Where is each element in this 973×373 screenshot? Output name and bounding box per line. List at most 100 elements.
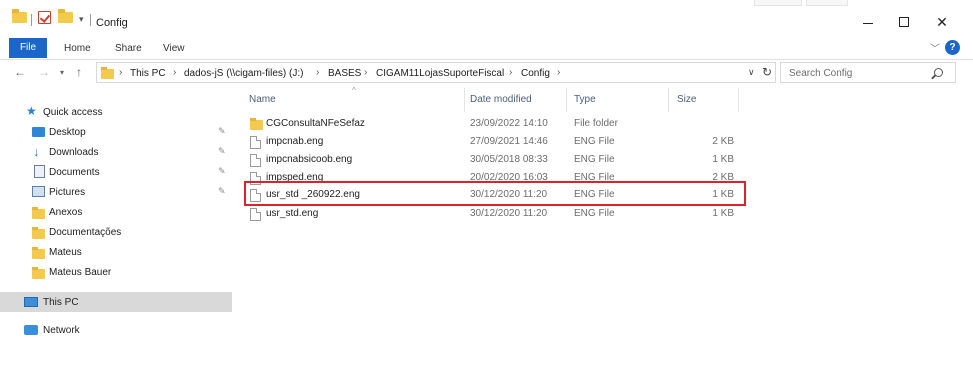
file-type: ENG File [574,136,615,147]
breadcrumb-drive[interactable]: dados-jS (\\cigam-files) (J:) [184,68,303,79]
file-row[interactable]: impcnabsicoob.eng 30/05/2018 08:33 ENG F… [236,151,973,169]
help-icon[interactable]: ? [945,40,960,55]
folder-icon [32,207,45,219]
nav-item-pictures[interactable]: Pictures ✎ [0,182,232,202]
nav-item-mateus[interactable]: Mateus [0,242,232,262]
pin-icon: ✎ [218,166,226,176]
forward-arrow-icon[interactable]: → [38,65,50,79]
file-size: 1 KB [712,154,734,165]
folder-icon [32,227,45,239]
column-divider[interactable] [668,88,669,112]
refresh-icon[interactable]: ↻ [762,65,772,79]
star-icon: ★ [26,104,37,118]
properties-icon[interactable] [38,11,51,24]
address-dropdown-icon[interactable]: ∨ [748,67,755,78]
nav-quick-access[interactable]: ★ Quick access [0,102,232,122]
breadcrumb-separator-icon[interactable]: › [173,67,176,78]
ribbon: File Home Share View ﹀ ? [0,38,973,60]
breadcrumb-separator-icon[interactable]: › [364,67,367,78]
nav-item-documents[interactable]: Documents ✎ [0,162,232,182]
file-icon [250,208,261,221]
nav-item-label: Downloads [49,147,99,158]
navigation-pane: ★ Quick access Desktop ✎ ↓ Downloads ✎ D… [0,90,232,373]
file-row[interactable]: impcnab.eng 27/09/2021 14:46 ENG File 2 … [236,133,973,151]
pin-icon: ✎ [218,186,226,196]
column-header-name[interactable]: Name [249,94,276,105]
nav-item-label: Mateus Bauer [49,267,112,278]
nav-this-pc[interactable]: This PC [0,292,232,312]
computer-icon [24,297,38,307]
pin-icon: ✎ [218,126,226,136]
folder-icon [12,9,27,23]
breadcrumb-this-pc[interactable]: This PC [130,68,166,79]
file-icon [250,154,261,167]
back-arrow-icon[interactable]: ← [14,65,26,79]
maximize-button[interactable] [894,12,914,32]
highlight-box [244,181,746,206]
nav-this-pc-label: This PC [43,297,79,308]
search-icon[interactable] [934,68,943,77]
quick-access-toolbar-dropdown-icon[interactable]: ▾ [79,14,84,25]
nav-item-label: Documents [49,167,100,178]
nav-item-mateus-bauer[interactable]: Mateus Bauer [0,262,232,282]
breadcrumb-separator-icon[interactable]: › [557,67,560,78]
chevron-down-icon[interactable]: ﹀ [930,40,940,55]
minimize-button[interactable] [858,12,878,32]
breadcrumb-cigam[interactable]: CIGAM11LojasSuporteFiscal [376,68,504,79]
close-button[interactable]: ✕ [932,12,952,32]
file-name: CGConsultaNFeSefaz [266,118,365,129]
nav-network-label: Network [43,325,80,336]
breadcrumb-separator-icon[interactable]: › [119,67,122,78]
search-placeholder: Search Config [789,68,853,79]
search-input[interactable]: Search Config [780,62,956,83]
column-header-type[interactable]: Type [574,94,596,105]
tab-view[interactable]: View [163,43,185,54]
breadcrumb-separator-icon[interactable]: › [316,67,319,78]
nav-item-documentacoes[interactable]: Documentações [0,222,232,242]
up-arrow-icon[interactable]: ↑ [76,65,82,79]
column-header-date[interactable]: Date modified [470,94,532,105]
breadcrumb-config[interactable]: Config [521,68,550,79]
tab-home[interactable]: Home [64,43,91,54]
column-divider[interactable] [464,88,465,112]
nav-network[interactable]: Network [0,320,232,340]
tab-share[interactable]: Share [115,43,142,54]
file-icon [250,136,261,149]
file-row[interactable]: usr_std.eng 30/12/2020 11:20 ENG File 1 … [236,205,973,223]
tab-file[interactable]: File [9,38,47,58]
network-icon [24,325,38,335]
file-type: ENG File [574,154,615,165]
nav-item-label: Anexos [49,207,83,218]
documents-icon [34,165,45,178]
faint-tab-left [754,0,802,6]
column-divider[interactable] [566,88,567,112]
folder-icon [32,247,45,259]
file-date: 30/12/2020 11:20 [470,208,548,219]
window-title: Config [96,17,128,29]
nav-item-label: Pictures [49,187,86,198]
breadcrumb-separator-icon[interactable]: › [509,67,512,78]
column-divider[interactable] [738,88,739,112]
nav-item-downloads[interactable]: ↓ Downloads ✎ [0,142,232,162]
nav-item-label: Desktop [49,127,86,138]
column-header-size[interactable]: Size [677,94,696,105]
nav-item-desktop[interactable]: Desktop ✎ [0,122,232,142]
desktop-icon [32,127,45,137]
nav-quick-access-label: Quick access [43,107,103,118]
download-icon: ↓ [33,144,40,159]
address-bar[interactable]: › This PC › dados-jS (\\cigam-files) (J:… [96,62,776,83]
file-list: ^ Name Date modified Type Size CGConsult… [236,86,973,373]
folder-icon [101,67,114,79]
file-size: 1 KB [712,208,734,219]
file-type: File folder [574,118,618,129]
file-type: ENG File [574,208,615,219]
breadcrumb-bases[interactable]: BASES [328,68,361,79]
file-row[interactable]: CGConsultaNFeSefaz 23/09/2022 14:10 File… [236,115,973,133]
folder-icon [250,118,263,130]
file-name: impcnab.eng [266,136,324,147]
nav-item-anexos[interactable]: Anexos [0,202,232,222]
new-folder-icon[interactable] [58,9,73,23]
address-row: ← → ▾ ↑ › This PC › dados-jS (\\cigam-fi… [0,62,973,84]
recent-locations-dropdown-icon[interactable]: ▾ [60,68,64,77]
nav-item-label: Documentações [49,227,122,238]
